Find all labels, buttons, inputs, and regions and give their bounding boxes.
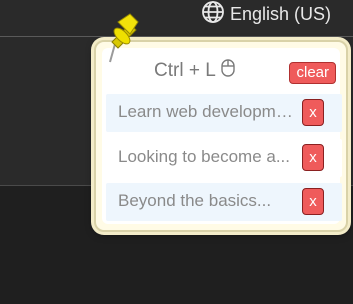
language-selector[interactable]: English (US): [201, 0, 331, 29]
clipboard-popup: Ctrl + L clear Learn web developme... x …: [94, 40, 348, 232]
item-text: Looking to become a...: [118, 147, 291, 166]
globe-icon: [201, 0, 225, 29]
pushpin-icon[interactable]: [100, 10, 142, 68]
remove-item-button[interactable]: x: [302, 144, 324, 171]
clear-button[interactable]: clear: [289, 62, 336, 84]
shortcut-label: Ctrl + L: [154, 60, 216, 81]
popup-body: Ctrl + L clear Learn web developme... x …: [102, 48, 342, 224]
shortcut-hint: Ctrl + L: [154, 58, 236, 84]
remove-item-button[interactable]: x: [302, 188, 324, 215]
mouse-icon: [220, 58, 236, 84]
list-item[interactable]: Looking to become a... x: [106, 139, 342, 177]
language-label: English (US): [229, 3, 331, 24]
list-item[interactable]: Beyond the basics... x: [106, 183, 342, 221]
list-item[interactable]: Learn web developme... x: [106, 94, 342, 132]
top-bar: English (US): [0, 0, 353, 36]
item-text: Learn web developme...: [118, 102, 298, 121]
remove-item-button[interactable]: x: [302, 99, 324, 126]
item-text: Beyond the basics...: [118, 191, 272, 210]
